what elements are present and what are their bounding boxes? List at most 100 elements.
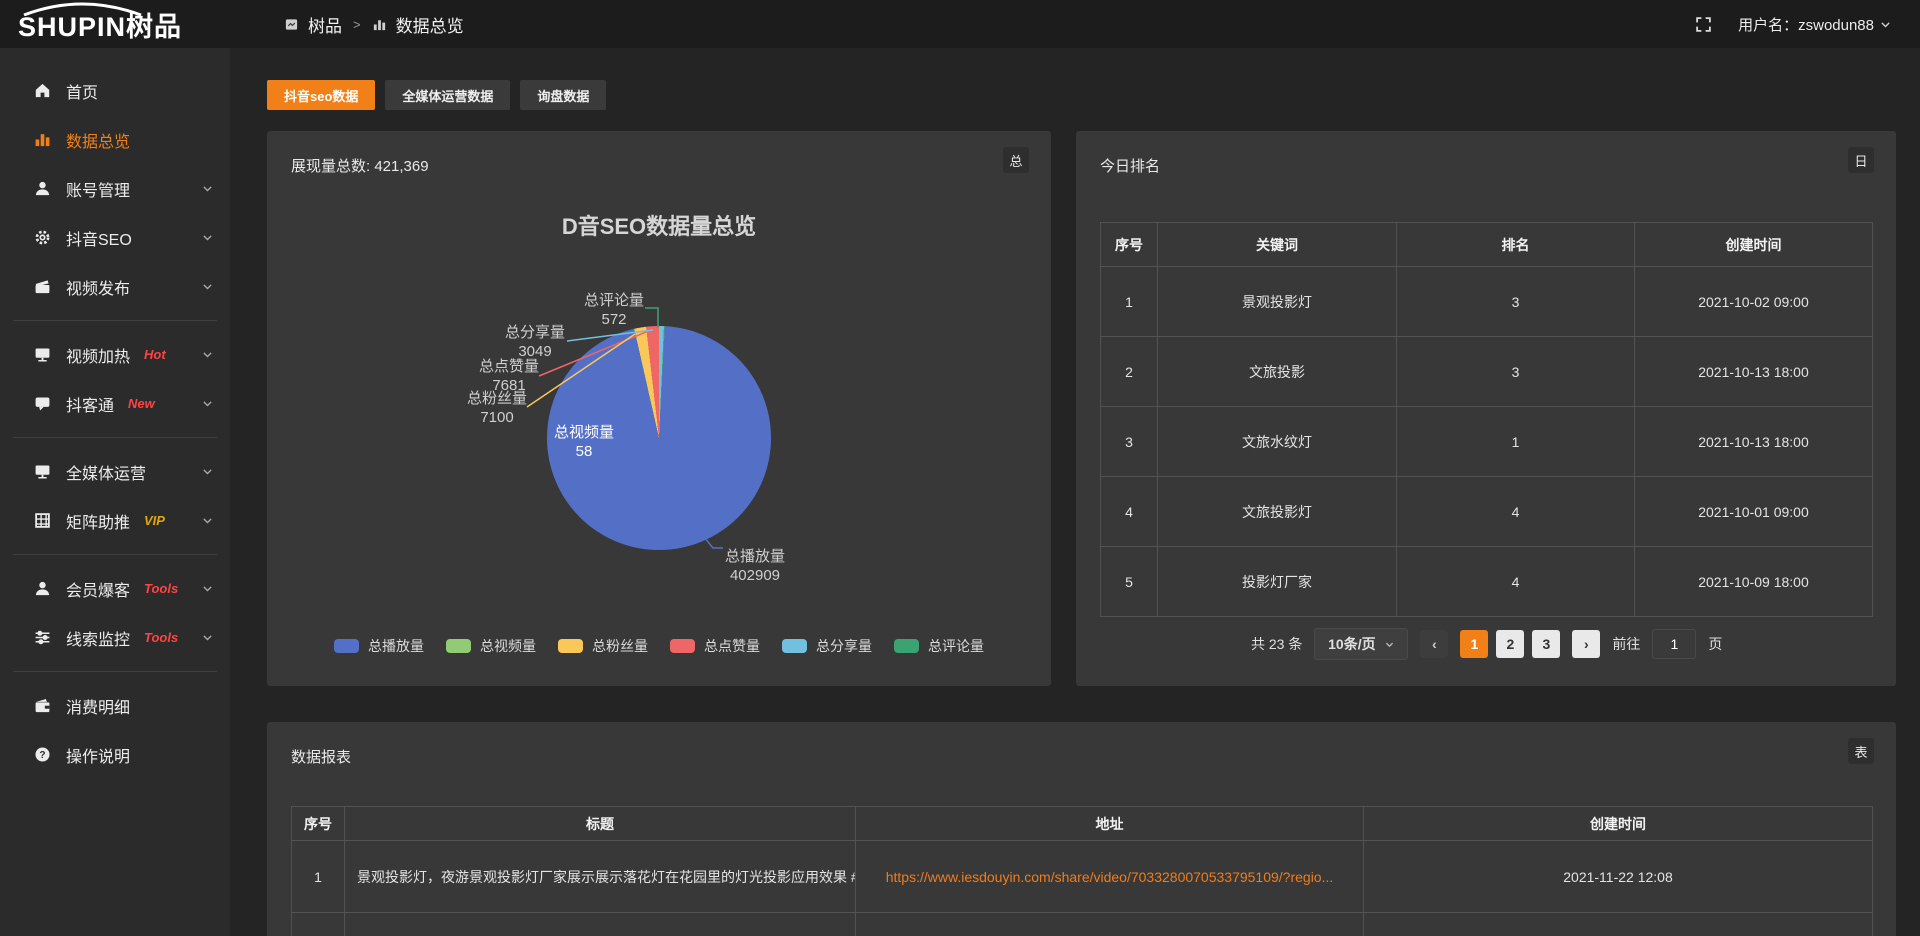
legend-label: 总视频量	[480, 636, 536, 656]
column-header: 创建时间	[1364, 807, 1873, 841]
table-row: 3文旅水纹灯12021-10-13 18:00	[1101, 407, 1873, 477]
legend-item[interactable]: 总粉丝量	[558, 636, 648, 656]
goto-page-input[interactable]	[1652, 629, 1696, 659]
pie-label-shares: 总分享量 3049	[493, 323, 577, 361]
page-number-button[interactable]: 1	[1460, 630, 1488, 658]
chevron-down-icon	[1384, 639, 1395, 650]
sidebar-item-label: 全媒体运营	[66, 460, 146, 484]
legend-swatch	[334, 639, 359, 653]
user-menu[interactable]: 用户名：zswodun88	[1738, 14, 1892, 35]
tab-all-media-data[interactable]: 全媒体运营数据	[385, 80, 510, 110]
sidebar-item-douketong[interactable]: 抖客通 New	[0, 379, 230, 428]
sidebar-item-all-media[interactable]: 全媒体运营	[0, 447, 230, 496]
sidebar-item-label: 首页	[66, 79, 98, 103]
tab-inquiry-data[interactable]: 询盘数据	[520, 80, 606, 110]
sidebar-item-spend-detail[interactable]: 消费明细	[0, 681, 230, 730]
sidebar-item-lead-monitor[interactable]: 线索监控 Tools	[0, 613, 230, 662]
overview-card-title: 展现量总数: 421,369	[291, 155, 429, 176]
fullscreen-icon[interactable]	[1695, 16, 1712, 33]
page-number-button[interactable]: 2	[1496, 630, 1524, 658]
bar-chart-icon	[372, 17, 387, 32]
sidebar-item-member-burst[interactable]: 会员爆客 Tools	[0, 564, 230, 613]
legend-swatch	[446, 639, 471, 653]
chevron-down-icon	[201, 182, 214, 195]
legend-item[interactable]: 总点赞量	[670, 636, 760, 656]
svg-text:?: ?	[39, 750, 45, 761]
filter-icon	[34, 629, 51, 646]
sidebar-divider	[13, 671, 217, 672]
legend-label: 总分享量	[816, 636, 872, 656]
app-logo[interactable]: SHUPIN树品	[18, 4, 230, 46]
chevron-down-icon	[201, 582, 214, 595]
pie-label-videos: 总视频量 58	[529, 423, 639, 461]
sidebar-item-badge: Hot	[144, 347, 166, 362]
breadcrumb-item-home[interactable]: 树品	[308, 12, 342, 37]
ranking-table: 序号关键词排名创建时间 1景观投影灯32021-10-02 09:002文旅投影…	[1100, 222, 1873, 617]
column-header: 标题	[345, 807, 856, 841]
page-size-select[interactable]: 10条/页	[1314, 628, 1408, 660]
sidebar-item-data-overview[interactable]: 数据总览	[0, 115, 230, 164]
sidebar-item-label: 矩阵助推	[66, 509, 130, 533]
legend-item[interactable]: 总分享量	[782, 636, 872, 656]
table-row: 4文旅投影灯42021-10-01 09:00	[1101, 477, 1873, 547]
legend-label: 总播放量	[368, 636, 424, 656]
sidebar-item-video-heat[interactable]: 视频加热 Hot	[0, 330, 230, 379]
prev-page-button[interactable]: ‹	[1420, 630, 1448, 658]
sidebar-item-label: 线索监控	[66, 626, 130, 650]
username-label: 用户名：zswodun88	[1738, 14, 1874, 35]
clapper-icon	[34, 278, 51, 295]
main-content: 抖音seo数据全媒体运营数据询盘数据 展现量总数: 421,369 总 D音SE…	[230, 48, 1920, 936]
wallet-icon	[34, 697, 51, 714]
legend-label: 总评论量	[928, 636, 984, 656]
sidebar-item-label: 账号管理	[66, 177, 130, 201]
column-header: 地址	[856, 807, 1364, 841]
sidebar-item-home[interactable]: 首页	[0, 66, 230, 115]
chat-icon	[34, 395, 51, 412]
chevron-down-icon	[201, 465, 214, 478]
table-row: 1景观投影灯，夜游景观投影灯厂家展示展示落花灯在花园里的灯光投影应用效果 #投影…	[292, 841, 1873, 913]
sidebar-item-account[interactable]: 账号管理	[0, 164, 230, 213]
sidebar-item-video-publish[interactable]: 视频发布	[0, 262, 230, 311]
app-screen: SHUPIN树品 树品 > 数据总览 用户名：zswodun88	[0, 0, 1920, 936]
ranking-day-chip[interactable]: 日	[1848, 147, 1874, 173]
sidebar-item-badge: Tools	[144, 630, 178, 645]
chevron-down-icon	[201, 397, 214, 410]
column-header: 序号	[292, 807, 345, 841]
chart-icon	[34, 131, 51, 148]
sidebar-item-label: 抖音SEO	[66, 226, 132, 250]
sidebar-item-help[interactable]: ? 操作说明	[0, 730, 230, 779]
goto-suffix: 页	[1708, 634, 1722, 654]
legend-swatch	[894, 639, 919, 653]
table-row: 2文旅投影32021-10-13 18:00	[1101, 337, 1873, 407]
next-page-button[interactable]: ›	[1572, 630, 1600, 658]
table-row	[292, 913, 1873, 936]
page-number-button[interactable]: 3	[1532, 630, 1560, 658]
sidebar-item-matrix-boost[interactable]: 矩阵助推 VIP	[0, 496, 230, 545]
report-table-chip[interactable]: 表	[1848, 738, 1874, 764]
sidebar-item-label: 操作说明	[66, 743, 130, 767]
chevron-down-icon	[201, 231, 214, 244]
legend-item[interactable]: 总评论量	[894, 636, 984, 656]
chevron-down-icon	[201, 280, 214, 293]
legend-item[interactable]: 总视频量	[446, 636, 536, 656]
sidebar-divider	[13, 320, 217, 321]
sidebar-item-label: 消费明细	[66, 694, 130, 718]
report-table: 序号标题地址创建时间 1景观投影灯，夜游景观投影灯厂家展示展示落花灯在花园里的灯…	[291, 806, 1873, 936]
tab-douyin-seo-data[interactable]: 抖音seo数据	[267, 80, 375, 110]
sidebar-item-badge: Tools	[144, 581, 178, 596]
sidebar-nav: 首页 数据总览 账号管理 抖音SEO	[0, 66, 230, 779]
legend-item[interactable]: 总播放量	[334, 636, 424, 656]
gear-icon	[34, 229, 51, 246]
sidebar-item-label: 会员爆客	[66, 577, 130, 601]
table-row: 1景观投影灯32021-10-02 09:00	[1101, 267, 1873, 337]
overview-total-chip[interactable]: 总	[1003, 147, 1029, 173]
sidebar-item-douyin-seo[interactable]: 抖音SEO	[0, 213, 230, 262]
topbar-right: 用户名：zswodun88	[1695, 0, 1892, 48]
question-icon: ?	[34, 746, 51, 763]
report-card: 数据报表 表 序号标题地址创建时间 1景观投影灯，夜游景观投影灯厂家展示展示落花…	[267, 722, 1896, 936]
video-link[interactable]: https://www.iesdouyin.com/share/video/70…	[886, 869, 1334, 885]
monitor-icon	[34, 346, 51, 363]
user-icon	[34, 180, 51, 197]
app-window-icon	[284, 17, 299, 32]
data-tabs: 抖音seo数据全媒体运营数据询盘数据	[267, 80, 606, 110]
